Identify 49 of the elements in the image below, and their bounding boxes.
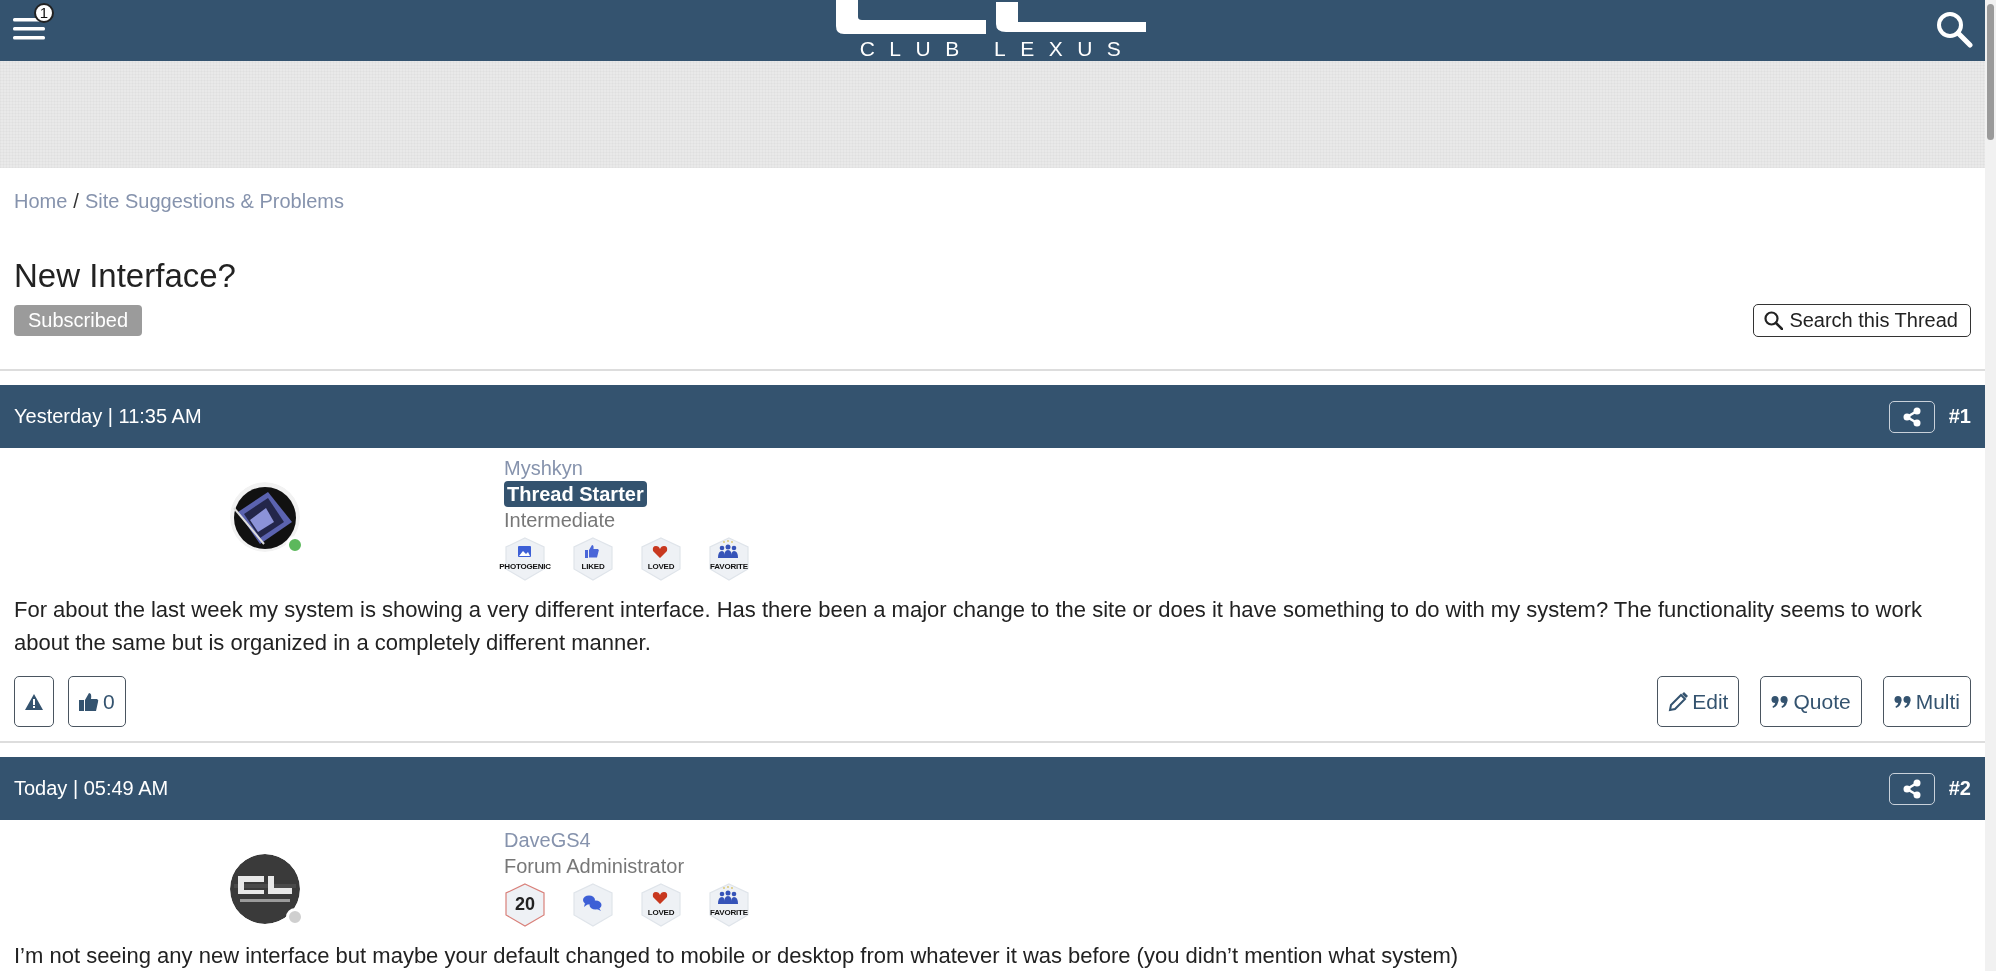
edit-button[interactable]: Edit [1657, 676, 1740, 727]
quote-icon [1771, 694, 1790, 709]
post-number[interactable]: #1 [1948, 405, 1971, 428]
people-icon [718, 540, 738, 558]
share-button[interactable] [1888, 400, 1935, 433]
user-rank: Forum Administrator [504, 854, 685, 879]
image-icon [518, 546, 531, 557]
heart-icon [652, 892, 668, 904]
post-text: I’m not seeing any new interface but maybe your default changed to mobile or desktop from whatever it was before (you didn’t mention what system) [13, 942, 1460, 970]
share-icon [1901, 778, 1922, 799]
people-icon [718, 886, 738, 904]
quote-button[interactable]: Multi [1882, 676, 1971, 727]
thread-starter-tag: Thread Starter [504, 481, 647, 507]
post-date: Today | 05:49 AM [14, 777, 170, 800]
quote-icon [1893, 694, 1912, 709]
badge-label: FAVORITE [709, 908, 749, 917]
badge-label: LIKED [580, 562, 606, 571]
thumbs-up-icon [79, 692, 99, 711]
search-button[interactable] [1935, 10, 1973, 48]
chat-icon [583, 895, 602, 911]
logo-text: CLUB LEXUS [858, 37, 1136, 61]
like-button[interactable]: 0 [68, 676, 126, 727]
post-text: For about the last week my system is showing a very different interface. Has there been a major change to the site or does it have something to do with my system? The functionality seems to work about the same but is organized in a completely different manner. [13, 596, 1923, 657]
badge-label: LOVED [646, 908, 676, 917]
heart-icon [652, 546, 668, 558]
quote-button[interactable]: Quote [1760, 676, 1862, 727]
badge-label: FAVORITE [709, 562, 749, 571]
badge-label: PHOTOGENIC [498, 562, 552, 571]
menu-icon [13, 16, 45, 42]
level-badge [504, 883, 546, 927]
thread-title: New Interface? [14, 257, 237, 295]
share-button[interactable] [1888, 772, 1935, 805]
share-icon [1901, 406, 1922, 427]
report-button[interactable] [14, 676, 54, 727]
post-number[interactable]: #2 [1948, 777, 1971, 800]
search-icon [1935, 10, 1973, 48]
pencil-icon [1668, 691, 1689, 712]
notification-badge: 1 [34, 3, 54, 23]
search-thread-button[interactable]: Search this Thread [1753, 304, 1971, 337]
search-icon [1764, 311, 1784, 330]
scrollbar[interactable] [1985, 0, 1996, 971]
logo-icon [835, 0, 1146, 34]
badge-count: 20 [514, 894, 536, 915]
thumbs-up-icon [585, 545, 599, 558]
post-date: Yesterday | 11:35 AM [14, 405, 203, 428]
badge-label: LOVED [646, 562, 676, 571]
user-rank: Intermediate [504, 508, 616, 533]
warning-icon [25, 693, 43, 710]
breadcrumb-separator: / [73, 190, 79, 214]
